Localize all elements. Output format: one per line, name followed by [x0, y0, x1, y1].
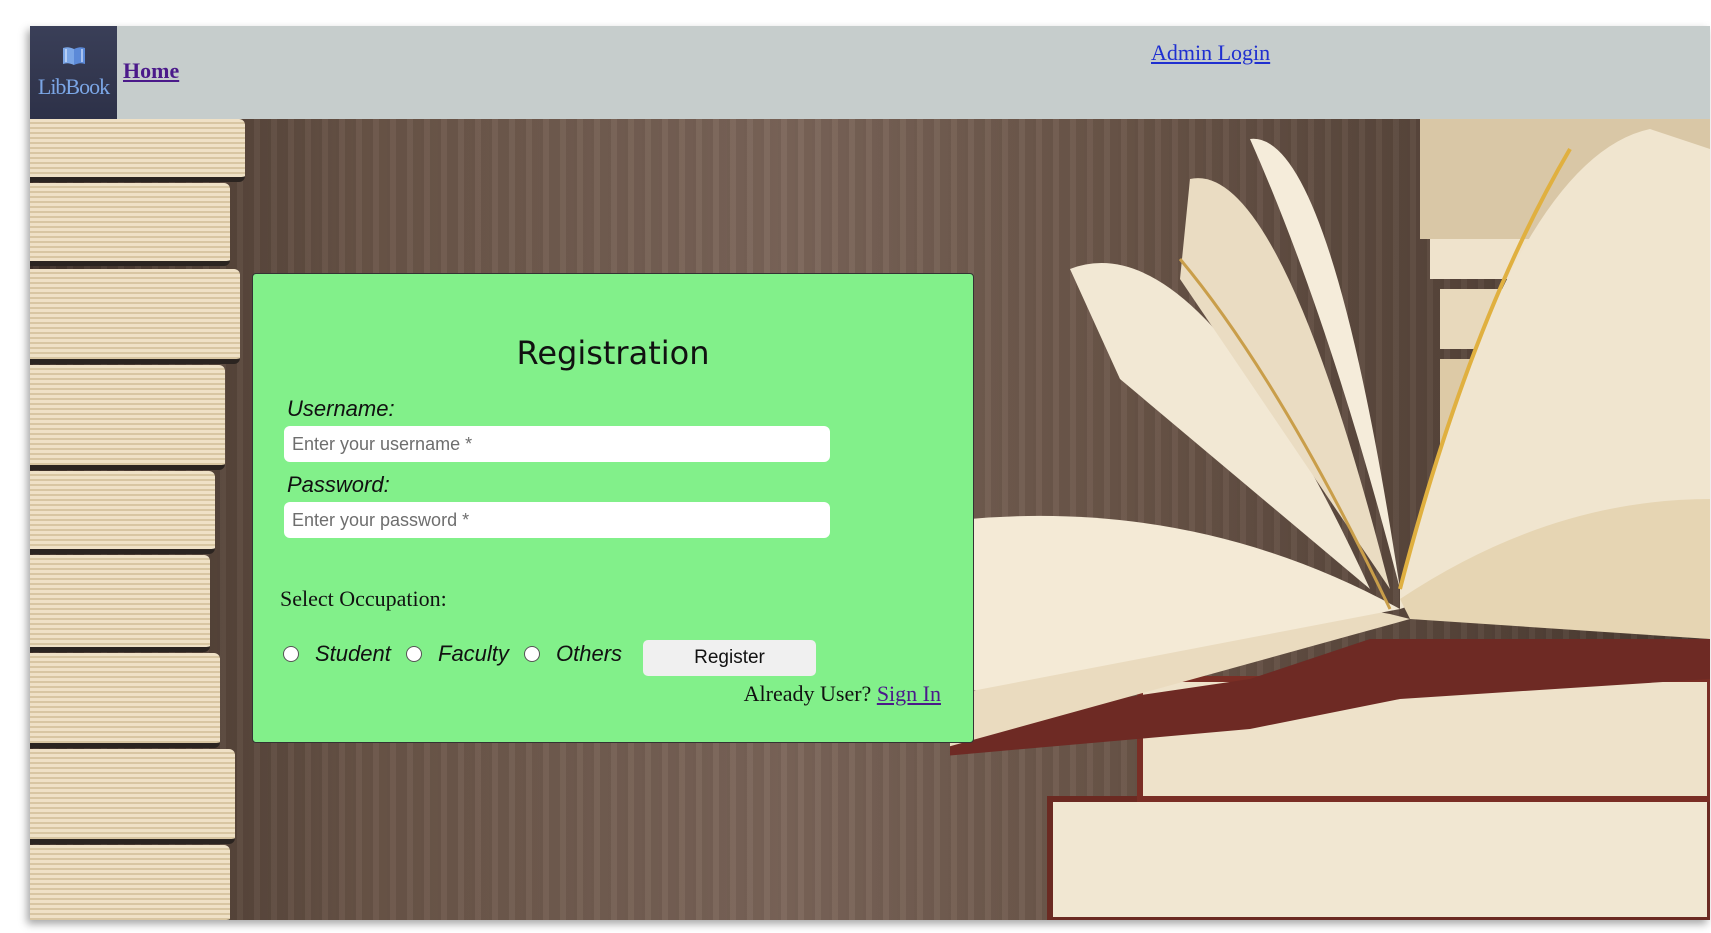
libbook-logo[interactable]: LibBook	[30, 26, 117, 119]
already-user-text: Already User?	[743, 681, 872, 706]
username-label: Username:	[287, 396, 395, 421]
form-title: Registration	[516, 334, 710, 372]
radio-faculty[interactable]	[406, 646, 422, 662]
radio-others-label: Others	[556, 641, 623, 666]
radio-faculty-label: Faculty	[438, 641, 509, 666]
occupation-label: Select Occupation:	[280, 586, 447, 611]
top-navbar: LibBook Home Admin Login	[30, 26, 1710, 119]
home-link[interactable]: Home	[123, 58, 179, 84]
password-label: Password:	[287, 472, 390, 497]
sign-in-link[interactable]: Sign In	[877, 681, 941, 706]
username-input[interactable]	[284, 426, 830, 462]
left-book-stack-image	[30, 119, 260, 920]
open-books-image	[950, 119, 1710, 920]
radio-student-label: Student	[315, 641, 391, 666]
password-input[interactable]	[284, 502, 830, 538]
registration-card: Registration Username: Password: Select …	[252, 273, 974, 743]
radio-student[interactable]	[283, 646, 299, 662]
book-logo-icon	[61, 45, 87, 72]
admin-login-link[interactable]: Admin Login	[1151, 40, 1270, 66]
radio-others[interactable]	[524, 646, 540, 662]
page-frame: LibBook Home Admin Login Registration Us…	[30, 26, 1710, 920]
register-button[interactable]: Register	[643, 640, 816, 676]
logo-text: LibBook	[37, 74, 110, 99]
already-user-row: Already User? Sign In	[744, 681, 941, 707]
